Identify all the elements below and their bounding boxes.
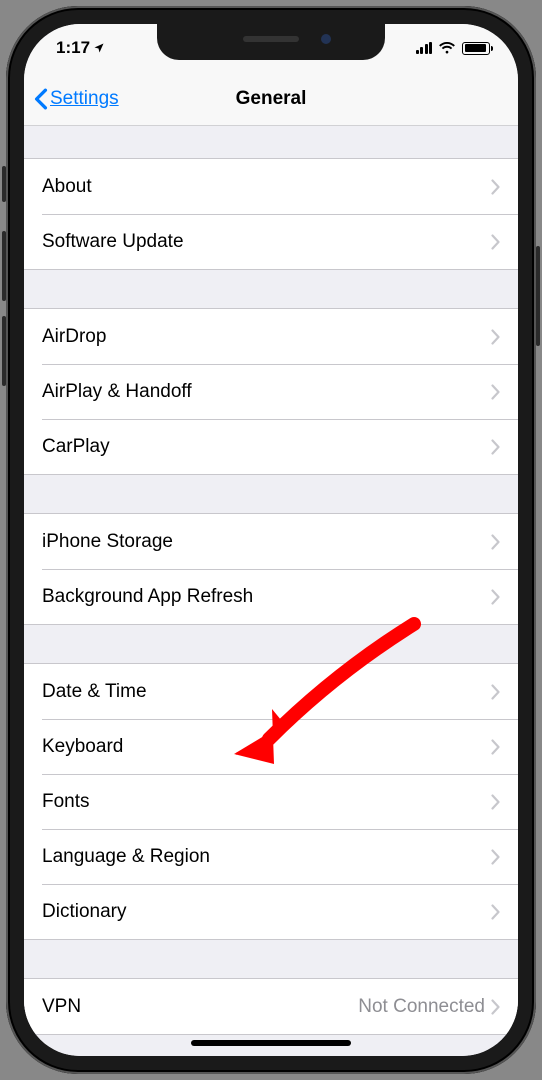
group-gap: [24, 270, 518, 308]
row-label: Date & Time: [42, 681, 491, 703]
chevron-right-icon: [491, 999, 500, 1015]
settings-list[interactable]: About Software Update AirDrop AirPlay & Han…: [24, 126, 518, 1056]
chevron-right-icon: [491, 904, 500, 920]
back-label: Settings: [50, 88, 119, 110]
list-group: About Software Update: [24, 158, 518, 270]
chevron-right-icon: [491, 739, 500, 755]
chevron-right-icon: [491, 384, 500, 400]
row-airdrop[interactable]: AirDrop: [24, 309, 518, 364]
notch: [157, 24, 385, 60]
row-label: Software Update: [42, 231, 491, 253]
back-button[interactable]: Settings: [34, 88, 119, 110]
row-vpn[interactable]: VPNNot Connected: [24, 979, 518, 1034]
chevron-left-icon: [34, 88, 48, 110]
chevron-right-icon: [491, 329, 500, 345]
row-date-time[interactable]: Date & Time: [24, 664, 518, 719]
row-software-update[interactable]: Software Update: [24, 214, 518, 269]
row-about[interactable]: About: [24, 159, 518, 214]
iphone-frame: 1:17 Settings General About Software Upda…: [6, 6, 536, 1074]
chevron-right-icon: [491, 234, 500, 250]
row-label: Fonts: [42, 791, 491, 813]
chevron-right-icon: [491, 589, 500, 605]
row-value: Not Connected: [358, 996, 485, 1018]
chevron-right-icon: [491, 439, 500, 455]
row-iphone-storage[interactable]: iPhone Storage: [24, 514, 518, 569]
row-label: AirDrop: [42, 326, 491, 348]
battery-icon: [462, 42, 490, 55]
cellular-signal-icon: [416, 42, 433, 54]
list-group: Date & Time Keyboard Fonts Language & Regio…: [24, 663, 518, 940]
group-gap: [24, 126, 518, 158]
chevron-right-icon: [491, 794, 500, 810]
chevron-right-icon: [491, 179, 500, 195]
chevron-right-icon: [491, 849, 500, 865]
row-background-app-refresh[interactable]: Background App Refresh: [24, 569, 518, 624]
list-group: iPhone Storage Background App Refresh: [24, 513, 518, 625]
row-label: Keyboard: [42, 736, 491, 758]
row-dictionary[interactable]: Dictionary: [24, 884, 518, 939]
row-carplay[interactable]: CarPlay: [24, 419, 518, 474]
row-language-region[interactable]: Language & Region: [24, 829, 518, 884]
status-time: 1:17: [56, 38, 105, 58]
page-title: General: [236, 88, 307, 110]
row-label: AirPlay & Handoff: [42, 381, 491, 403]
row-label: CarPlay: [42, 436, 491, 458]
nav-bar: Settings General: [24, 72, 518, 126]
group-gap: [24, 940, 518, 978]
row-label: VPN: [42, 996, 358, 1018]
screen: 1:17 Settings General About Software Upda…: [24, 24, 518, 1056]
row-label: Dictionary: [42, 901, 491, 923]
location-arrow-icon: [93, 42, 105, 54]
list-group: AirDrop AirPlay & Handoff CarPlay: [24, 308, 518, 475]
wifi-icon: [438, 42, 456, 55]
group-gap: [24, 475, 518, 513]
row-label: About: [42, 176, 491, 198]
home-indicator[interactable]: [191, 1040, 351, 1046]
chevron-right-icon: [491, 684, 500, 700]
row-airplay-handoff[interactable]: AirPlay & Handoff: [24, 364, 518, 419]
chevron-right-icon: [491, 534, 500, 550]
row-label: Language & Region: [42, 846, 491, 868]
row-label: Background App Refresh: [42, 586, 491, 608]
group-gap: [24, 625, 518, 663]
row-fonts[interactable]: Fonts: [24, 774, 518, 829]
row-label: iPhone Storage: [42, 531, 491, 553]
row-keyboard[interactable]: Keyboard: [24, 719, 518, 774]
list-group: VPNNot Connected: [24, 978, 518, 1035]
